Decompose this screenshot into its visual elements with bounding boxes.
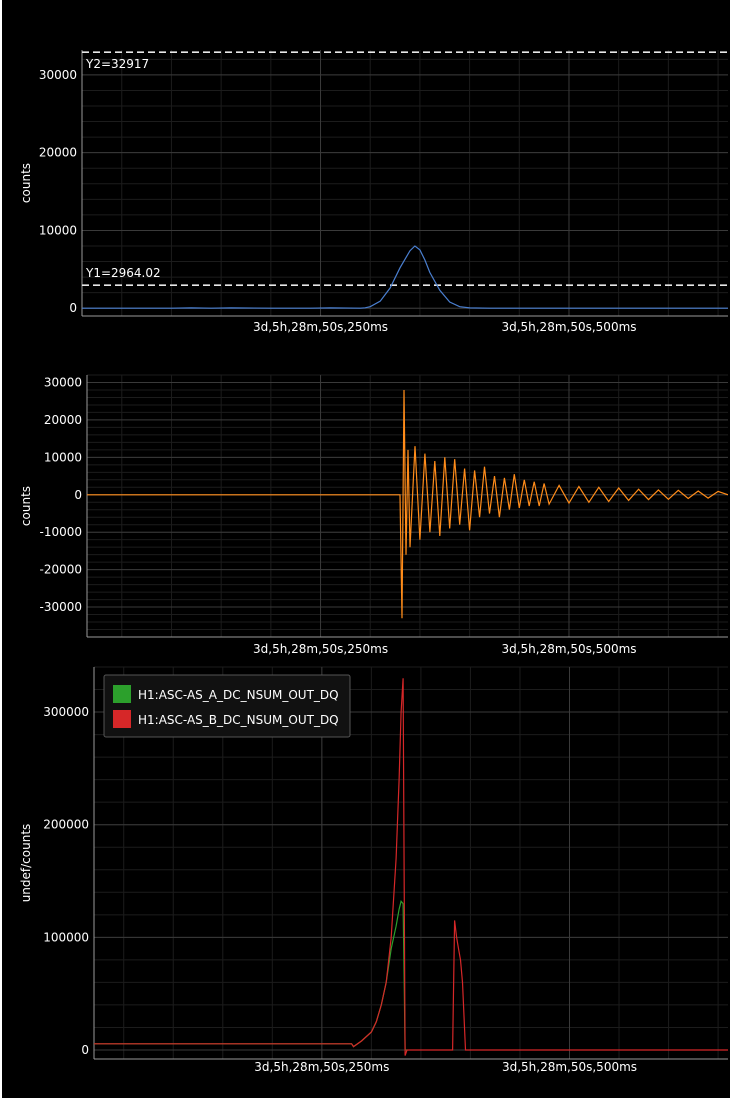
threshold-label: Y1=2964.02 bbox=[85, 266, 161, 280]
legend: H1:ASC-AS_A_DC_NSUM_OUT_DQ H1:ASC-AS_B_DC… bbox=[103, 674, 351, 738]
series-line-1 bbox=[87, 389, 728, 619]
y-axis-label: counts bbox=[19, 486, 33, 526]
x-tick-label: 3d,5h,28m,50s,500ms bbox=[502, 1060, 637, 1074]
legend-entry-label: H1:ASC-AS_A_DC_NSUM_OUT_DQ bbox=[138, 688, 339, 702]
y-tick-label: 200000 bbox=[43, 818, 89, 832]
threshold-label: Y2=32917 bbox=[85, 57, 149, 71]
x-tick-label: 3d,5h,28m,50s,250ms bbox=[253, 642, 388, 656]
y-tick-label: 20000 bbox=[44, 413, 82, 427]
y-tick-label: 30000 bbox=[44, 375, 82, 389]
y-tick-label: 30000 bbox=[39, 68, 77, 82]
x-tick-label: 3d,5h,28m,50s,250ms bbox=[254, 1060, 389, 1074]
y-tick-label: -10000 bbox=[39, 525, 82, 539]
x-tick-label: 3d,5h,28m,50s,500ms bbox=[501, 642, 636, 656]
plot-panel-3: 0 100000 200000 300000 3d,5h,28m,50s,250ms 3d… bbox=[19, 666, 728, 1074]
legend-swatch bbox=[113, 710, 131, 728]
x-tick-label: 3d,5h,28m,50s,500ms bbox=[501, 320, 636, 334]
y-tick-label: 10000 bbox=[44, 450, 82, 464]
legend-box bbox=[103, 674, 351, 738]
plot-panel-1: 0 10000 20000 30000 3d,5h,28m,50s,250ms 3d,5h… bbox=[19, 50, 728, 334]
y-tick-label: 10000 bbox=[39, 223, 77, 237]
y-tick-label: 300000 bbox=[43, 705, 89, 719]
figure-canvas: 0 10000 20000 30000 3d,5h,28m,50s,250ms 3d,5h… bbox=[0, 0, 730, 1102]
y-tick-label: 0 bbox=[81, 1043, 89, 1057]
x-tick-label: 3d,5h,28m,50s,250ms bbox=[253, 320, 388, 334]
legend-entry-label: H1:ASC-AS_B_DC_NSUM_OUT_DQ bbox=[138, 713, 339, 727]
major-grid bbox=[82, 50, 728, 316]
y-tick-label: -30000 bbox=[39, 600, 82, 614]
y-tick-label: 0 bbox=[69, 301, 77, 315]
y-tick-label: 20000 bbox=[39, 146, 77, 160]
y-tick-label: 0 bbox=[74, 488, 82, 502]
minor-grid bbox=[82, 50, 728, 316]
plot-panel-2: -30000 -20000 -10000 0 10000 20000 30000 3d,5h,… bbox=[19, 374, 728, 656]
legend-swatch bbox=[113, 685, 131, 703]
y-tick-label: -20000 bbox=[39, 563, 82, 577]
y-axis-label: undef/counts bbox=[19, 824, 33, 903]
y-tick-label: 100000 bbox=[43, 930, 89, 944]
y-axis-label: counts bbox=[19, 163, 33, 203]
plots-svg: 0 10000 20000 30000 3d,5h,28m,50s,250ms 3d,5h… bbox=[19, 50, 728, 1074]
